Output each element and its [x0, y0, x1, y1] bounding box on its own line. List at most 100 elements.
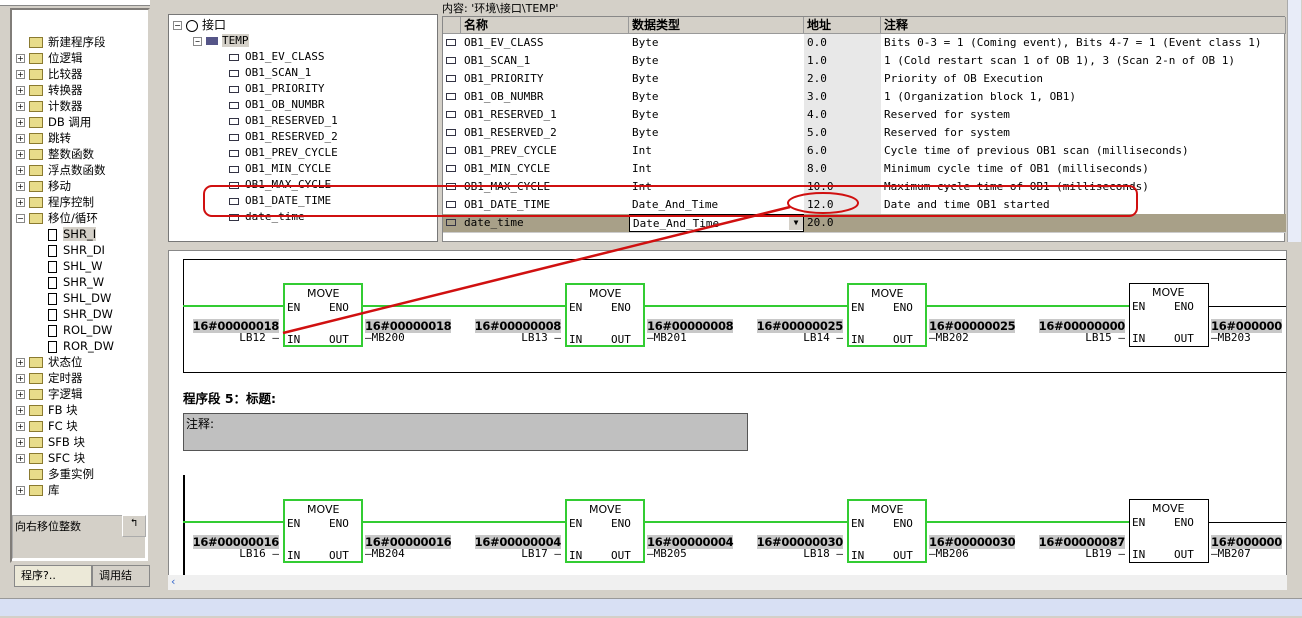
output-operand[interactable]: –MB206	[929, 547, 969, 560]
empty-row[interactable]	[443, 232, 1286, 250]
name-cell[interactable]: OB1_MAX_CYCLE	[461, 178, 629, 196]
expander-icon[interactable]: +	[16, 438, 25, 447]
expander-icon[interactable]: +	[16, 406, 25, 415]
table-row[interactable]: OB1_RESERVED_1 Byte 4.0 Reserved for system	[443, 106, 1286, 124]
move-box[interactable]: MOVE EN ENO IN OUT	[847, 499, 927, 563]
output-operand[interactable]: –MB201	[647, 331, 687, 344]
tree-item[interactable]: + 字逻辑	[16, 386, 83, 402]
tree-item[interactable]: SHR_I	[48, 226, 97, 242]
output-operand[interactable]: –MB202	[929, 331, 969, 344]
tree-item[interactable]: + 状态位	[16, 354, 83, 370]
tree-item[interactable]: + 定时器	[16, 370, 83, 386]
table-row[interactable]: OB1_RESERVED_2 Byte 5.0 Reserved for system	[443, 124, 1286, 142]
type-cell[interactable]: Byte	[629, 52, 804, 70]
move-box[interactable]: MOVE EN ENO IN OUT	[1129, 283, 1209, 347]
tree-item[interactable]: + 浮点数函数	[16, 162, 106, 178]
ladder-editor[interactable]: 程序段 5：标题: 注释: MOVE EN ENO IN OUT 16#00000018 L…	[168, 250, 1287, 590]
expander-icon[interactable]: +	[16, 118, 25, 127]
tree-item[interactable]: + 库	[16, 482, 60, 498]
expander-icon[interactable]: +	[16, 198, 25, 207]
move-box[interactable]: MOVE EN ENO IN OUT	[283, 499, 363, 563]
move-box[interactable]: MOVE EN ENO IN OUT	[847, 283, 927, 347]
table-row[interactable]: OB1_OB_NUMBR Byte 3.0 1 (Organization block…	[443, 88, 1286, 106]
type-cell[interactable]: Date_And_Time	[629, 214, 804, 232]
tree-item[interactable]: + 计数器	[16, 98, 83, 114]
output-operand[interactable]: –MB200	[365, 331, 405, 344]
tree-item[interactable]: + SFB 块	[16, 434, 85, 450]
column-header[interactable]: 注释	[881, 17, 1286, 34]
type-cell[interactable]: Byte	[629, 88, 804, 106]
column-header[interactable]: 名称	[461, 17, 629, 34]
type-cell[interactable]: Byte	[629, 124, 804, 142]
tree-item[interactable]: + FB 块	[16, 402, 78, 418]
name-cell[interactable]: OB1_MIN_CYCLE	[461, 160, 629, 178]
tree-item[interactable]: + 比较器	[16, 66, 83, 82]
variable-node[interactable]: OB1_RESERVED_1	[229, 113, 338, 129]
move-box[interactable]: MOVE EN ENO IN OUT	[1129, 499, 1209, 563]
name-cell[interactable]: OB1_OB_NUMBR	[461, 88, 629, 106]
table-row[interactable]: date_time Date_And_Time 20.0 ▼	[443, 214, 1286, 232]
temp-node[interactable]: − TEMP	[193, 33, 249, 49]
name-cell[interactable]: OB1_EV_CLASS	[461, 34, 629, 52]
output-operand[interactable]: –MB203	[1211, 331, 1251, 344]
tree-item[interactable]: − 移位/循环	[16, 210, 98, 226]
variable-node[interactable]: OB1_DATE_TIME	[229, 193, 331, 209]
collapse-icon[interactable]: −	[193, 36, 202, 46]
tree-item[interactable]: +多重实例	[16, 466, 94, 482]
tree-item[interactable]: + FC 块	[16, 418, 78, 434]
table-row[interactable]: OB1_MAX_CYCLE Int 10.0 Maximum cycle time o…	[443, 178, 1286, 196]
tree-item[interactable]: SHR_W	[48, 274, 104, 290]
tree-item[interactable]: ROL_DW	[48, 322, 112, 338]
type-cell[interactable]: Int	[629, 178, 804, 196]
name-cell[interactable]: OB1_PRIORITY	[461, 70, 629, 88]
tree-item[interactable]: SHR_DI	[48, 242, 105, 258]
variable-table[interactable]: 名称 数据类型 地址 注释 OB1_EV_CLASS Byte 0.0 Bits 0-3 = …	[442, 16, 1286, 242]
input-operand[interactable]: LB19 –	[1085, 547, 1125, 560]
expander-icon[interactable]: +	[16, 422, 25, 431]
input-operand[interactable]: LB16 –	[239, 547, 279, 560]
type-cell[interactable]: Byte	[629, 70, 804, 88]
tree-item[interactable]: SHL_W	[48, 258, 102, 274]
input-operand[interactable]: LB13 –	[521, 331, 561, 344]
type-cell[interactable]: Byte	[629, 106, 804, 124]
collapse-icon[interactable]: −	[173, 21, 182, 30]
tree-item[interactable]: SHR_DW	[48, 306, 113, 322]
network-comment[interactable]: 注释:	[183, 413, 748, 451]
table-row[interactable]: OB1_PREV_CYCLE Int 6.0 Cycle time of previo…	[443, 142, 1286, 160]
input-operand[interactable]: LB15 –	[1085, 331, 1125, 344]
scroll-left-icon[interactable]: ‹	[170, 575, 177, 588]
tree-item[interactable]: SHL_DW	[48, 290, 111, 306]
output-operand[interactable]: –MB207	[1211, 547, 1251, 560]
expander-icon[interactable]: +	[16, 54, 25, 63]
interface-root[interactable]: − 接口	[173, 17, 226, 33]
tree-item[interactable]: + DB 调用	[16, 114, 91, 130]
tree-item[interactable]: + SFC 块	[16, 450, 85, 466]
type-cell[interactable]: Int	[629, 142, 804, 160]
move-box[interactable]: MOVE EN ENO IN OUT	[283, 283, 363, 347]
column-header[interactable]: 数据类型	[629, 17, 804, 34]
name-cell[interactable]: OB1_RESERVED_1	[461, 106, 629, 124]
expander-icon[interactable]: +	[16, 486, 25, 495]
table-row[interactable]: OB1_SCAN_1 Byte 1.0 1 (Cold restart scan 1 …	[443, 52, 1286, 70]
expander-icon[interactable]: +	[16, 374, 25, 383]
expander-icon[interactable]: +	[16, 86, 25, 95]
type-cell[interactable]: Int	[629, 160, 804, 178]
editor-horizontal-scrollbar[interactable]: ‹	[168, 575, 1287, 590]
variable-node[interactable]: OB1_SCAN_1	[229, 65, 311, 81]
variable-node[interactable]: OB1_MIN_CYCLE	[229, 161, 331, 177]
input-operand[interactable]: LB14 –	[803, 331, 843, 344]
move-box[interactable]: MOVE EN ENO IN OUT	[565, 499, 645, 563]
name-cell[interactable]: OB1_DATE_TIME	[461, 196, 629, 214]
variable-node[interactable]: date_time	[229, 209, 305, 225]
expander-icon[interactable]: +	[16, 70, 25, 79]
tab-program-elements[interactable]: 程序?..	[14, 565, 92, 587]
tree-item[interactable]: +新建程序段	[16, 34, 106, 50]
variable-node[interactable]: OB1_MAX_CYCLE	[229, 177, 331, 193]
variable-node[interactable]: OB1_PRIORITY	[229, 81, 324, 97]
type-cell[interactable]: Date_And_Time	[629, 196, 804, 214]
tree-item[interactable]: + 程序控制	[16, 194, 94, 210]
variable-node[interactable]: OB1_EV_CLASS	[229, 49, 324, 65]
input-operand[interactable]: LB18 –	[803, 547, 843, 560]
tree-item[interactable]: + 整数函数	[16, 146, 94, 162]
expander-icon[interactable]: +	[16, 134, 25, 143]
